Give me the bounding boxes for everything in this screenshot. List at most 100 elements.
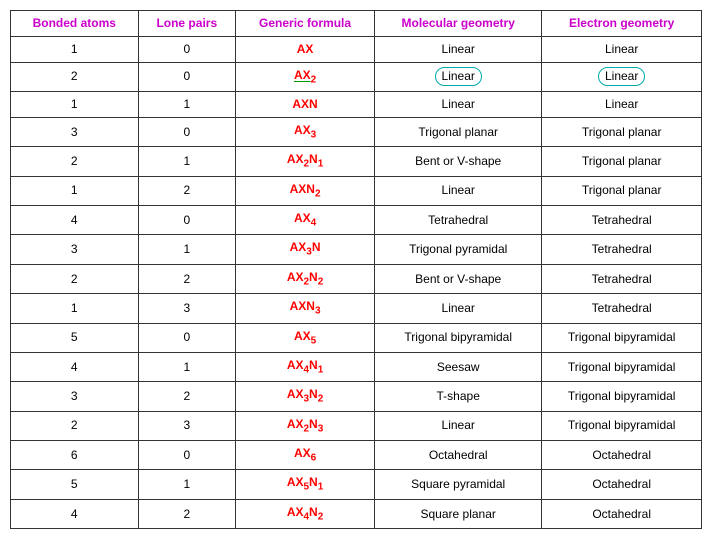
generic-formula: AX4 <box>236 205 375 234</box>
generic-formula: AX <box>236 36 375 62</box>
generic-formula: AX3N2 <box>236 382 375 411</box>
electron-geometry: Trigonal bipyramidal <box>542 382 702 411</box>
table-row: 40AX4TetrahedralTetrahedral <box>11 205 702 234</box>
lone-pairs: 1 <box>138 91 236 117</box>
electron-geometry: Linear <box>542 91 702 117</box>
generic-formula: AX5N1 <box>236 470 375 499</box>
bonded-atoms: 2 <box>11 264 139 293</box>
molecular-geometry: Trigonal planar <box>375 117 542 146</box>
table-row: 20AX2LinearLinear <box>11 62 702 91</box>
molecular-geometry: Bent or V-shape <box>375 147 542 176</box>
electron-geometry: Trigonal planar <box>542 176 702 205</box>
electron-geometry: Octahedral <box>542 470 702 499</box>
molecular-geometry: Trigonal bipyramidal <box>375 323 542 352</box>
generic-formula: AX3 <box>236 117 375 146</box>
bonded-atoms: 6 <box>11 441 139 470</box>
bonded-atoms: 3 <box>11 117 139 146</box>
table-row: 23AX2N3LinearTrigonal bipyramidal <box>11 411 702 440</box>
electron-geometry: Tetrahedral <box>542 235 702 264</box>
electron-geometry: Linear <box>542 36 702 62</box>
bonded-atoms: 2 <box>11 62 139 91</box>
generic-formula: AXN2 <box>236 176 375 205</box>
generic-formula: AX5 <box>236 323 375 352</box>
bonded-atoms: 3 <box>11 235 139 264</box>
generic-formula: AXN3 <box>236 294 375 323</box>
bonded-atoms: 4 <box>11 352 139 381</box>
bonded-atoms: 1 <box>11 36 139 62</box>
electron-geometry: Trigonal bipyramidal <box>542 411 702 440</box>
electron-geometry: Trigonal bipyramidal <box>542 352 702 381</box>
molecular-geometry: Bent or V-shape <box>375 264 542 293</box>
bonded-atoms: 3 <box>11 382 139 411</box>
lone-pairs: 2 <box>138 499 236 528</box>
molecular-geometry: Square planar <box>375 499 542 528</box>
bonded-atoms: 1 <box>11 91 139 117</box>
table-row: 12AXN2LinearTrigonal planar <box>11 176 702 205</box>
molecular-geometry: Linear <box>375 36 542 62</box>
bonded-atoms: 1 <box>11 294 139 323</box>
electron-geometry: Tetrahedral <box>542 205 702 234</box>
bonded-atoms: 2 <box>11 411 139 440</box>
lone-pairs: 0 <box>138 36 236 62</box>
lone-pairs: 2 <box>138 382 236 411</box>
molecular-geometry: Octahedral <box>375 441 542 470</box>
electron-geometry: Tetrahedral <box>542 294 702 323</box>
table-row: 50AX5Trigonal bipyramidalTrigonal bipyra… <box>11 323 702 352</box>
table-row: 60AX6OctahedralOctahedral <box>11 441 702 470</box>
bonded-atoms: 4 <box>11 205 139 234</box>
generic-formula: AX2 <box>236 62 375 91</box>
molecular-geometry: Linear <box>375 411 542 440</box>
molecular-geometry: Square pyramidal <box>375 470 542 499</box>
molecular-geometry: Seesaw <box>375 352 542 381</box>
column-header: Generic formula <box>236 11 375 37</box>
bonded-atoms: 4 <box>11 499 139 528</box>
column-header: Electron geometry <box>542 11 702 37</box>
electron-geometry: Trigonal planar <box>542 117 702 146</box>
lone-pairs: 2 <box>138 176 236 205</box>
molecular-geometry: Linear <box>375 176 542 205</box>
bonded-atoms: 2 <box>11 147 139 176</box>
table-row: 13AXN3LinearTetrahedral <box>11 294 702 323</box>
molecular-geometry: Linear <box>375 294 542 323</box>
electron-geometry: Linear <box>542 62 702 91</box>
table-row: 30AX3Trigonal planarTrigonal planar <box>11 117 702 146</box>
electron-geometry: Trigonal bipyramidal <box>542 323 702 352</box>
electron-geometry: Octahedral <box>542 499 702 528</box>
generic-formula: AX2N3 <box>236 411 375 440</box>
lone-pairs: 0 <box>138 117 236 146</box>
generic-formula: AXN <box>236 91 375 117</box>
lone-pairs: 2 <box>138 264 236 293</box>
electron-geometry: Trigonal planar <box>542 147 702 176</box>
table-row: 42AX4N2Square planarOctahedral <box>11 499 702 528</box>
column-header: Bonded atoms <box>11 11 139 37</box>
table-row: 10AXLinearLinear <box>11 36 702 62</box>
molecular-geometry: Tetrahedral <box>375 205 542 234</box>
table-row: 32AX3N2T-shapeTrigonal bipyramidal <box>11 382 702 411</box>
column-header: Lone pairs <box>138 11 236 37</box>
table-row: 41AX4N1SeesawTrigonal bipyramidal <box>11 352 702 381</box>
table-row: 31AX3NTrigonal pyramidalTetrahedral <box>11 235 702 264</box>
table-row: 21AX2N1Bent or V-shapeTrigonal planar <box>11 147 702 176</box>
lone-pairs: 0 <box>138 62 236 91</box>
table-row: 51AX5N1Square pyramidalOctahedral <box>11 470 702 499</box>
electron-geometry: Octahedral <box>542 441 702 470</box>
lone-pairs: 1 <box>138 147 236 176</box>
lone-pairs: 1 <box>138 470 236 499</box>
molecular-geometry: Linear <box>375 91 542 117</box>
column-header: Molecular geometry <box>375 11 542 37</box>
generic-formula: AX4N1 <box>236 352 375 381</box>
generic-formula: AX2N1 <box>236 147 375 176</box>
lone-pairs: 1 <box>138 352 236 381</box>
vsepr-table: Bonded atomsLone pairsGeneric formulaMol… <box>10 10 702 529</box>
bonded-atoms: 5 <box>11 470 139 499</box>
table-row: 11AXNLinearLinear <box>11 91 702 117</box>
lone-pairs: 1 <box>138 235 236 264</box>
generic-formula: AX3N <box>236 235 375 264</box>
table-row: 22AX2N2Bent or V-shapeTetrahedral <box>11 264 702 293</box>
molecular-geometry: Linear <box>375 62 542 91</box>
generic-formula: AX6 <box>236 441 375 470</box>
bonded-atoms: 5 <box>11 323 139 352</box>
bonded-atoms: 1 <box>11 176 139 205</box>
electron-geometry: Tetrahedral <box>542 264 702 293</box>
molecular-geometry: Trigonal pyramidal <box>375 235 542 264</box>
